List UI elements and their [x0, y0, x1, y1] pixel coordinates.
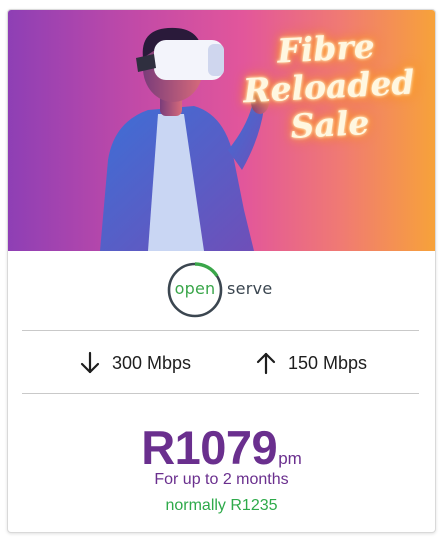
download-speed-value: 300 Mbps [112, 352, 192, 373]
logo-text-open: open [174, 279, 216, 298]
divider-bottom [22, 393, 419, 394]
normal-price: normally R1235 [165, 497, 278, 514]
fibre-deal-card[interactable]: Fibre Reloaded Sale open serve 300 Mbps … [7, 9, 436, 533]
download-speed: 300 Mbps [80, 349, 191, 377]
price-unit: pm [278, 449, 302, 468]
divider-top [22, 330, 419, 331]
logo-text-serve: serve [227, 279, 273, 298]
sale-headline: Fibre Reloaded Sale [240, 26, 416, 149]
arrow-down-icon [80, 351, 100, 374]
openserve-logo: open serve [8, 262, 435, 322]
upload-speed-value: 150 Mbps [288, 352, 368, 373]
price-period: For up to 2 months [154, 471, 289, 488]
promo-banner: Fibre Reloaded Sale [8, 10, 435, 251]
price-amount: R1079 [141, 421, 278, 474]
arrow-up-icon [256, 352, 276, 375]
upload-speed: 150 Mbps [256, 349, 367, 377]
price: R1079pm [8, 420, 435, 475]
